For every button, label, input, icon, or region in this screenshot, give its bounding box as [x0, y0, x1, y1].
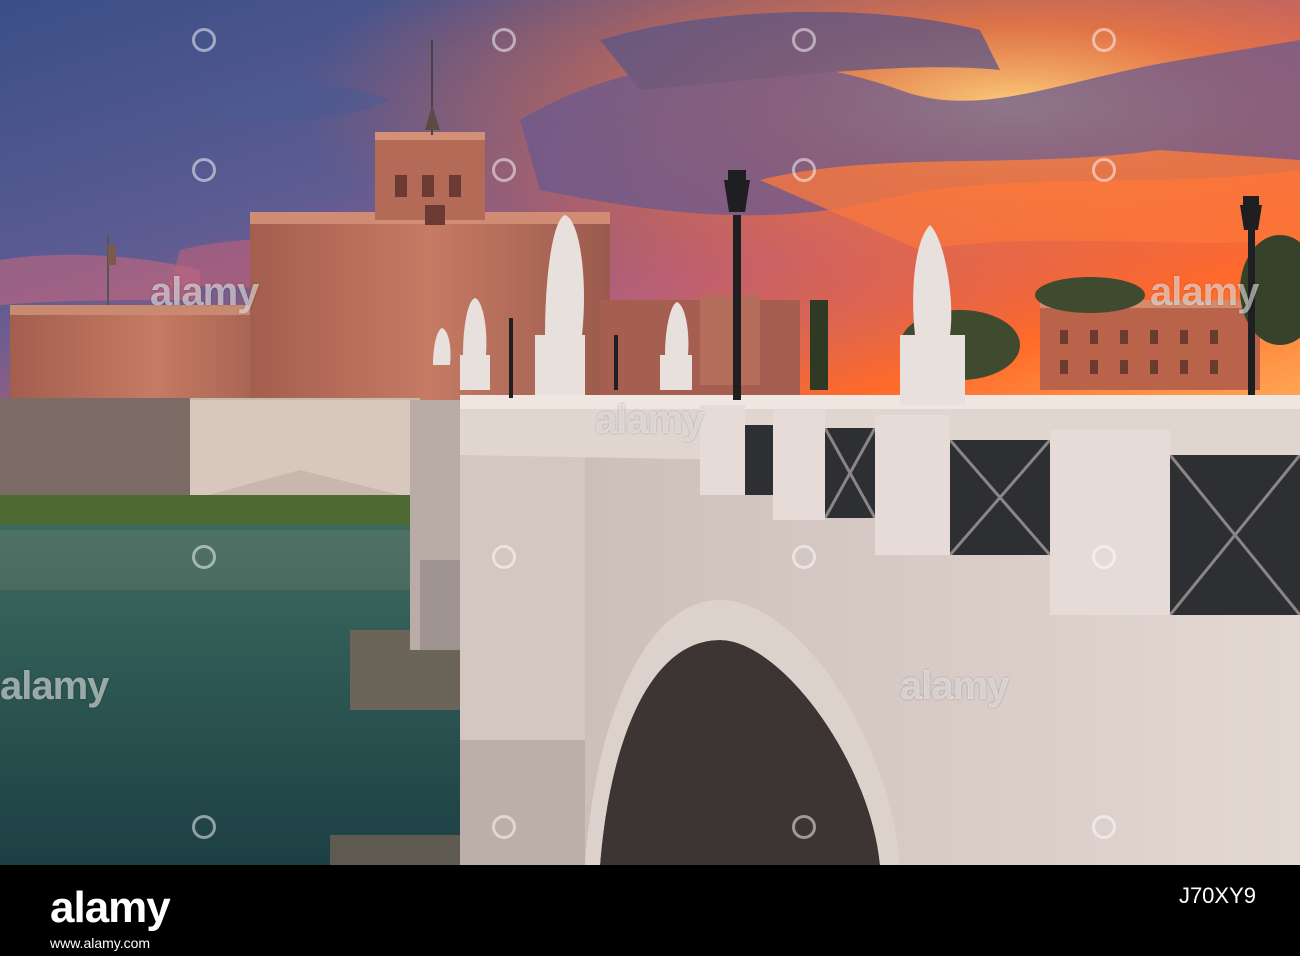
watermark-mark	[792, 545, 816, 569]
watermark-mark	[192, 815, 216, 839]
watermark-mark	[492, 28, 516, 52]
watermark-mark	[792, 28, 816, 52]
watermark-mark	[792, 158, 816, 182]
footer-bar: alamy J70XY9 www.alamy.com	[0, 865, 1300, 956]
watermark-mark	[1092, 28, 1116, 52]
watermark-mark	[792, 815, 816, 839]
photograph: alamy alamy alamy alamy alamy	[0, 0, 1300, 865]
watermark-mark	[192, 28, 216, 52]
alamy-logo[interactable]: alamy	[50, 883, 171, 933]
watermark-mark	[1092, 545, 1116, 569]
watermark-mark	[192, 158, 216, 182]
watermark-mark	[1092, 815, 1116, 839]
watermark-mark	[492, 158, 516, 182]
image-id: J70XY9	[1178, 883, 1256, 908]
footer-url[interactable]: www.alamy.com	[50, 935, 150, 951]
watermark-mark	[192, 545, 216, 569]
watermark-mark	[492, 815, 516, 839]
watermark-mark	[1092, 158, 1116, 182]
watermark-mark	[492, 545, 516, 569]
castel-sant-angelo-scene	[0, 0, 1300, 865]
